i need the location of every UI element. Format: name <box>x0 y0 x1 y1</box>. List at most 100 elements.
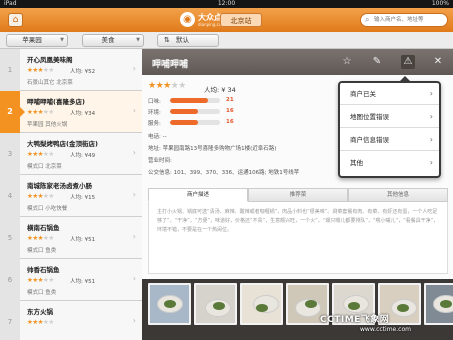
rating-fill <box>170 120 198 125</box>
area-category: 模式口 小吃快餐 <box>27 206 68 212</box>
food-photo[interactable] <box>424 283 453 325</box>
tab-description[interactable]: 商户描述 <box>148 188 248 202</box>
rating-value: 21 <box>226 97 234 103</box>
restaurant-name: 开心凤凰美味阁 <box>27 56 73 64</box>
chevron-right-icon: › <box>132 64 136 73</box>
chevron-right-icon: › <box>132 190 136 199</box>
home-icon: ⌂ <box>12 15 19 25</box>
rating-bar <box>170 120 220 125</box>
area-category: 模式口 鱼类 <box>27 248 57 254</box>
menu-item-label: 其他 <box>350 159 363 167</box>
detail-stars: ★★★★★ <box>148 81 186 91</box>
rating-stars: ★★★★★ <box>27 66 54 74</box>
menu-item-label: 商户已关 <box>350 90 376 98</box>
list-item[interactable]: 7 东方火锅 ★★★★★ › <box>0 301 142 340</box>
sort-button[interactable]: ⇅ 默认 <box>157 34 219 47</box>
warning-icon[interactable]: ⚠ <box>401 55 415 69</box>
report-map-error-item[interactable]: 地图位置错误 › <box>340 106 439 128</box>
address-info[interactable]: 地址: 苹果园南路13号喜隆多购物广场1楼(近阜石路) <box>148 144 276 152</box>
rating-service: 服务: 16 <box>148 119 234 127</box>
search-input[interactable] <box>374 15 446 25</box>
phone-info[interactable]: 电话: -- <box>148 132 167 140</box>
rating-stars: ★★★★★ <box>27 318 54 326</box>
status-bar: iPad 12:00 100% <box>0 0 453 8</box>
area-category: 苹果园 其他火锅 <box>27 122 68 128</box>
app-window: iPad 12:00 100% ⌂ ◉ 大众点评 dianping.com 北京… <box>0 0 453 340</box>
rating-fill <box>170 109 198 114</box>
food-photo[interactable] <box>148 283 191 325</box>
sort-label: 默认 <box>176 36 189 44</box>
home-button[interactable]: ⌂ <box>8 13 23 27</box>
restaurant-name: 横南石锅鱼 <box>27 224 60 232</box>
rating-environment: 环境: 16 <box>148 108 234 116</box>
menu-item-label: 地图位置错误 <box>350 113 389 121</box>
list-item[interactable]: 2 呷哺呷哺(喜隆多店) ★★★★★ 人均: ¥34 苹果园 其他火锅 › <box>0 91 142 133</box>
chevron-right-icon: › <box>132 148 136 157</box>
rating-label: 口味: <box>148 99 161 105</box>
list-item[interactable]: 5 横南石锅鱼 ★★★★★ 人均: ¥51 模式口 鱼类 › <box>0 217 142 259</box>
detail-header: 呷哺呷哺 ☆ ✎ ⚠ ✕ <box>142 49 453 75</box>
list-item[interactable]: 6 帅香石锅鱼 ★★★★★ 人均: ¥51 模式口 鱼类 › <box>0 259 142 301</box>
restaurant-list[interactable]: 1 开心凤凰美味阁 ★★★★★ 人均: ¥52 石景山其它 北京菜 › 2 呷哺呷哺(喜隆多店… <box>0 49 142 340</box>
rating-value: 16 <box>226 108 234 114</box>
chevron-down-icon: ▼ <box>60 37 64 43</box>
rating-bar <box>170 109 220 114</box>
food-shape <box>305 300 317 308</box>
watermark: CCTIME飞象网 <box>320 315 390 325</box>
report-info-error-item[interactable]: 商户信息错误 › <box>340 129 439 151</box>
rating-fill <box>170 98 208 103</box>
chevron-right-icon: › <box>132 316 136 325</box>
detail-title: 呷哺呷哺 <box>152 60 189 70</box>
list-item[interactable]: 4 南城陈家老汤卤煮小肠 ★★★★★ 人均: ¥15 模式口 小吃快餐 › <box>0 175 142 217</box>
rank-number: 3 <box>0 133 20 175</box>
food-shape <box>440 300 452 308</box>
chevron-right-icon: › <box>429 158 433 167</box>
food-shape <box>256 304 268 312</box>
food-shape <box>213 302 225 310</box>
chevron-right-icon: › <box>429 89 433 98</box>
star-icon[interactable]: ☆ <box>340 55 354 69</box>
restaurant-name: 帅香石锅鱼 <box>27 266 60 274</box>
rating-stars: ★★★★★ <box>27 192 54 200</box>
report-other-item[interactable]: 其他 › <box>340 152 439 174</box>
food-shape <box>348 302 360 310</box>
bus-info: 公交信息: 101、399、370、336、运通106路; 地铁1号线苹 <box>148 170 300 176</box>
food-shape <box>397 304 409 312</box>
clock: 12:00 <box>217 0 236 7</box>
detail-tabs: 商户描述 推荐菜 其他信息 <box>148 188 448 202</box>
chevron-right-icon: › <box>132 106 136 115</box>
average-price: 人均: ¥15 <box>70 195 96 201</box>
chevron-right-icon: › <box>429 135 433 144</box>
restaurant-name: 南城陈家老汤卤煮小肠 <box>27 182 92 190</box>
chevron-right-icon: › <box>132 232 136 241</box>
app-header: ⌂ ◉ 大众点评 dianping.com 北京站 ⌕ <box>0 8 453 32</box>
filter-bar: 苹果园 ▼ 美食 ▼ ⇅ 默认 <box>0 32 453 49</box>
restaurant-name: 呷哺呷哺(喜隆多店) <box>27 98 85 106</box>
report-closed-item[interactable]: 商户已关 › <box>340 83 439 105</box>
close-icon[interactable]: ✕ <box>431 55 445 69</box>
battery-indicator: 100% <box>431 0 449 7</box>
area-filter-dropdown[interactable]: 苹果园 ▼ <box>6 34 68 47</box>
logo-icon: ◉ <box>180 12 195 27</box>
area-category: 模式口 鱼类 <box>27 290 57 296</box>
tab-other-info[interactable]: 其他信息 <box>348 188 448 202</box>
menu-item-label: 商户信息错误 <box>350 136 389 144</box>
sort-icon: ⇅ <box>164 36 170 44</box>
list-item[interactable]: 3 大鸭梨烤鸭店(金顶街店) ★★★★★ 人均: ¥49 模式口 北京菜 › <box>0 133 142 175</box>
pencil-icon[interactable]: ✎ <box>370 55 384 69</box>
watermark-url: www.cctime.com <box>360 326 411 333</box>
rank-number: 7 <box>0 301 20 340</box>
search-box[interactable]: ⌕ <box>360 13 448 27</box>
city-selector-button[interactable]: 北京站 <box>220 13 262 27</box>
average-price: 人均: ¥51 <box>70 279 96 285</box>
rank-number: 1 <box>0 49 20 91</box>
tab-recommended[interactable]: 推荐菜 <box>248 188 348 202</box>
report-error-menu: 商户已关 › 地图位置错误 › 商户信息错误 › 其他 › <box>338 76 441 178</box>
category-filter-dropdown[interactable]: 美食 ▼ <box>82 34 144 47</box>
rank-number: 6 <box>0 259 20 301</box>
restaurant-name: 大鸭梨烤鸭店(金顶街店) <box>27 140 98 148</box>
food-photo[interactable] <box>194 283 237 325</box>
list-item[interactable]: 1 开心凤凰美味阁 ★★★★★ 人均: ¥52 石景山其它 北京菜 › <box>0 49 142 91</box>
rating-label: 环境: <box>148 110 161 116</box>
food-photo[interactable] <box>240 283 283 325</box>
